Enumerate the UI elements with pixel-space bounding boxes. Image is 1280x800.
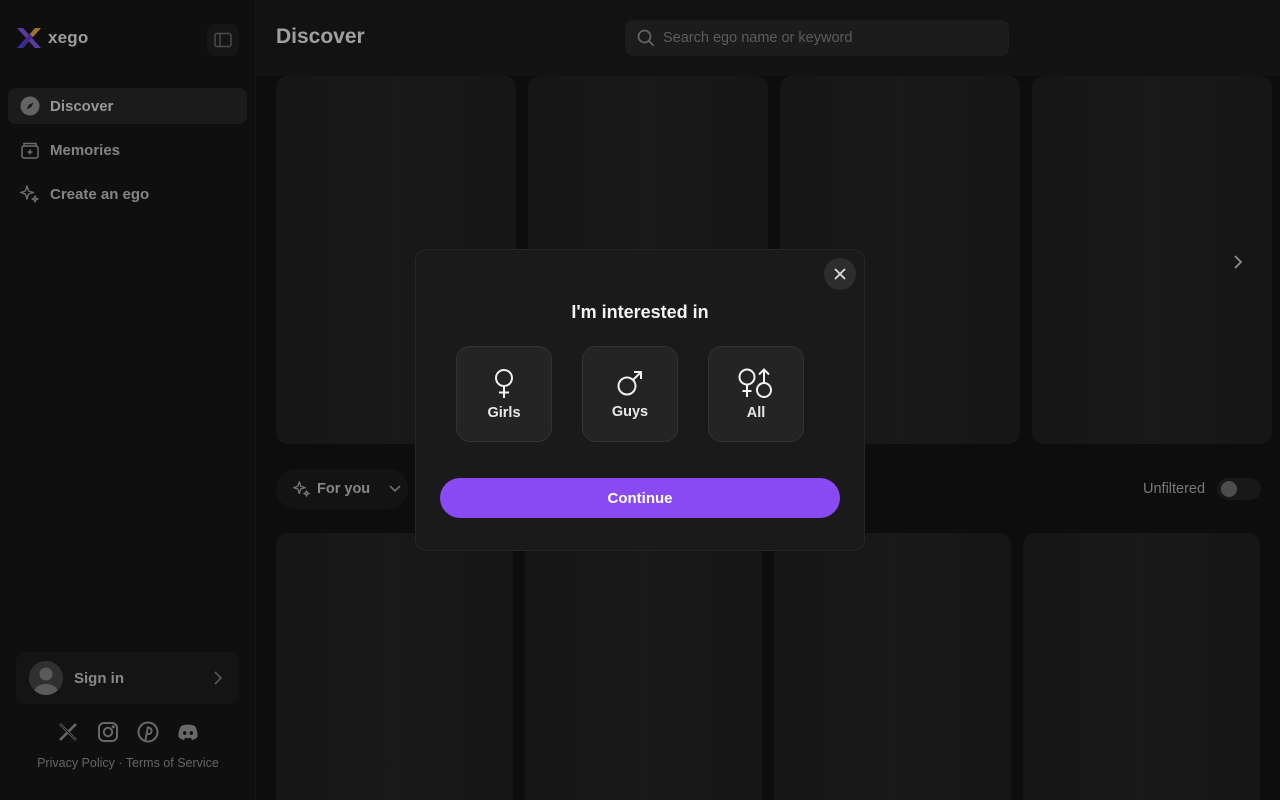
modal-title: I'm interested in <box>571 302 709 322</box>
female-symbol-icon <box>495 369 513 398</box>
interest-modal: I'm interested in Girls Guys All Continu… <box>415 249 865 551</box>
option-label: All <box>746 405 766 421</box>
close-button[interactable] <box>824 258 856 290</box>
male-symbol-icon <box>617 371 642 396</box>
option-label: Girls <box>487 405 521 421</box>
close-icon <box>834 268 846 280</box>
interest-options: Girls Guys All <box>456 346 804 442</box>
option-label: Guys <box>611 404 649 420</box>
all-genders-icon <box>738 368 772 398</box>
option-girls[interactable]: Girls <box>456 346 552 442</box>
continue-button[interactable]: Continue <box>440 478 840 518</box>
option-guys[interactable]: Guys <box>582 346 678 442</box>
option-all[interactable]: All <box>708 346 804 442</box>
